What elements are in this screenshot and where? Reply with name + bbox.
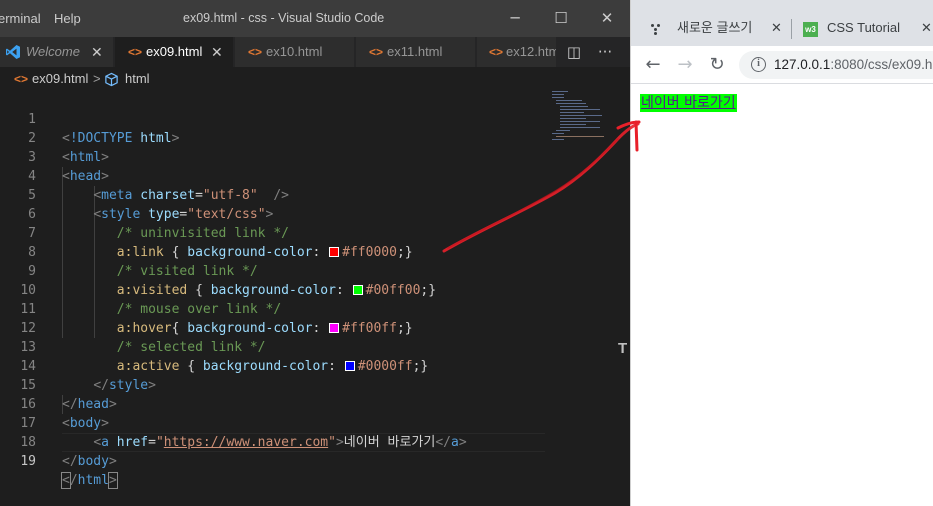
code-line: 15 </head> — [0, 357, 545, 412]
back-button[interactable]: ← — [643, 55, 663, 75]
vscode-window: erminal Help ex09.html - css - Visual St… — [0, 0, 630, 506]
code-line: 10 /* mouse over link */ — [0, 262, 545, 317]
tab-welcome[interactable]: Welcome ✕ — [0, 37, 114, 67]
maximize-button[interactable]: ☐ — [549, 6, 573, 30]
browser-tab-new-post[interactable]: 새로운 글쓰기 — [677, 10, 752, 46]
code-line: 5 <style type="text/css"> — [0, 167, 545, 222]
close-window-button[interactable]: ✕ — [595, 6, 619, 30]
browser-tab-label: 새로운 글쓰기 — [677, 20, 753, 35]
code-line: 6 /* uninvisited link */ — [0, 186, 545, 241]
code-line: 3 <head> — [0, 129, 545, 184]
breadcrumb-file[interactable]: ex09.html — [32, 67, 88, 91]
code-line: 14 </style> — [0, 338, 545, 393]
code-editor[interactable]: 1 <!DOCTYPE html> 2 <html> 3 <head> 4 <m… — [0, 91, 630, 506]
code-line: 17 <a href="https://www.naver.com">네이버 바… — [0, 395, 545, 450]
code-token: body — [77, 454, 109, 469]
line-number: 19 — [20, 454, 36, 469]
tab-welcome-close-icon[interactable]: ✕ — [91, 37, 103, 67]
code-line: 11 a:hover{ background-color: #ff00ff;} — [0, 281, 545, 336]
vscode-logo-icon — [6, 45, 20, 59]
breadcrumb-symbol[interactable]: html — [125, 67, 150, 91]
html-file-icon: <> — [369, 45, 384, 59]
address-url[interactable]: 127.0.0.1:8080/css/ex09.h — [774, 51, 932, 79]
code-line: 12 /* selected link */ — [0, 300, 545, 355]
window-title: ex09.html - css - Visual Studio Code — [183, 11, 385, 25]
code-line: 8 /* visited link */ — [0, 224, 545, 279]
html-file-icon: <> — [248, 45, 263, 59]
breadcrumb: <> ex09.html > html — [0, 67, 630, 91]
code-line: 4 <meta charset="utf-8" /> — [0, 148, 545, 203]
tab-ex09-label: ex09.html — [146, 44, 203, 59]
tab-ex10[interactable]: <> ex10.html — [235, 37, 355, 67]
minimap[interactable] — [552, 91, 604, 141]
code-line: 2 <html> — [0, 110, 545, 165]
code-line: 1 <!DOCTYPE html> — [0, 91, 545, 146]
tab-ex09[interactable]: <> ex09.html ✕ — [115, 37, 234, 67]
address-bar[interactable]: i 127.0.0.1:8080/css/ex09.h — [739, 51, 933, 79]
symbol-element-icon — [105, 72, 118, 87]
html-file-icon: <> — [128, 45, 143, 59]
split-editor-icon[interactable]: ◫ — [562, 37, 586, 67]
forward-button[interactable]: → — [675, 55, 695, 75]
tab-divider — [791, 19, 792, 39]
info-icon[interactable]: i — [751, 57, 766, 72]
browser-tab-css-tutorial[interactable]: CSS Tutorial — [827, 10, 900, 46]
title-bar: erminal Help ex09.html - css - Visual St… — [0, 0, 630, 37]
minimize-button[interactable]: ─ — [503, 6, 527, 30]
tab-ex09-close-icon[interactable]: ✕ — [211, 37, 223, 67]
w3schools-icon: w3 — [803, 22, 818, 37]
page-viewport: 네이버 바로가기 — [631, 85, 933, 506]
naver-shortcut-link[interactable]: 네이버 바로가기 — [640, 94, 737, 112]
browser-tab-close-icon[interactable]: ✕ — [921, 10, 932, 46]
browser-window: 새로운 글쓰기 ✕ w3 CSS Tutorial ✕ ← → ↻ i 127.… — [630, 0, 933, 506]
tab-ex11-label: ex11.html — [387, 44, 443, 59]
tab-ex12-label: ex12.htm — [506, 44, 557, 59]
browser-tab-strip: 새로운 글쓰기 ✕ w3 CSS Tutorial ✕ — [631, 0, 933, 46]
code-token: html — [77, 473, 109, 488]
breadcrumb-separator: > — [93, 71, 101, 86]
code-line: 7 a:link { background-color: #ff0000;} — [0, 205, 545, 260]
code-line: 19 </html> — [0, 433, 545, 489]
html-file-icon: <> — [489, 45, 504, 59]
text-cursor-icon: T — [618, 340, 628, 357]
editor-tab-bar: Welcome ✕ <> ex09.html ✕ <> ex10.html <>… — [0, 37, 630, 67]
browser-toolbar: ← → ↻ i 127.0.0.1:8080/css/ex09.h — [631, 46, 933, 84]
url-host: 127.0.0.1 — [774, 57, 831, 72]
url-path: :8080/css/ex09.h — [830, 57, 933, 72]
code-line: 13 a:active { background-color: #0000ff;… — [0, 319, 545, 374]
html-file-icon: <> — [14, 72, 29, 86]
browser-tab-close-icon[interactable]: ✕ — [771, 10, 782, 46]
reload-button[interactable]: ↻ — [707, 55, 727, 75]
menu-terminal[interactable]: erminal — [0, 11, 41, 26]
tab-ex10-label: ex10.html — [266, 44, 323, 59]
grid-dots-icon — [651, 24, 661, 35]
tab-ex12[interactable]: <> ex12.htm — [477, 37, 557, 67]
more-actions-icon[interactable]: ··· — [592, 37, 618, 67]
tab-welcome-label: Welcome — [26, 44, 80, 59]
code-line: 16 <body> — [0, 376, 545, 431]
code-line: 18 </body> — [0, 414, 545, 469]
menu-help[interactable]: Help — [54, 11, 81, 26]
browser-tab-label: CSS Tutorial — [827, 20, 900, 35]
code-line: 9 a:visited { background-color: #00ff00;… — [0, 243, 545, 298]
tab-ex11[interactable]: <> ex11.html — [356, 37, 476, 67]
